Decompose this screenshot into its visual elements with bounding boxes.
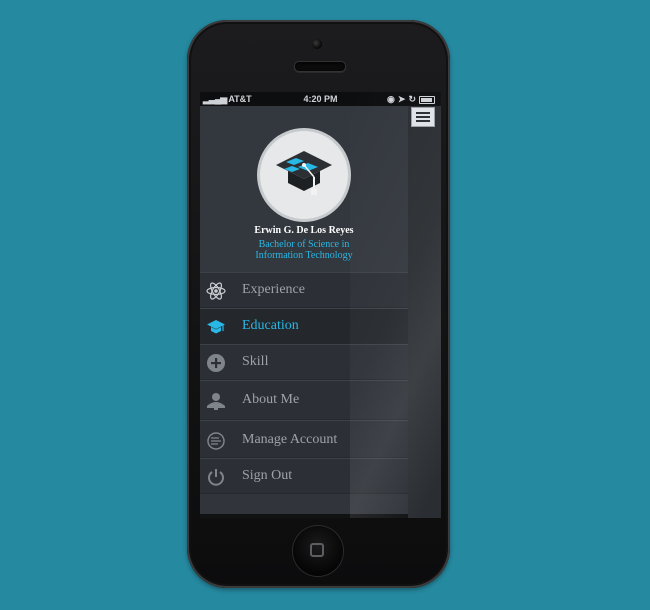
phone-frame: ▂▃▄▅ AT&T 4:20 PM ◉ ➤ ↻ Erwin G. De Los … (187, 20, 450, 588)
user-icon (207, 393, 225, 410)
menu-label-experience: Experience (242, 282, 305, 297)
menu-item-sign-out[interactable]: Sign Out (200, 458, 408, 494)
graduation-cap-icon (276, 151, 332, 195)
menu-icon (416, 112, 430, 114)
earpiece-speaker (294, 61, 346, 72)
menu-label-about-me: About Me (242, 392, 300, 407)
menu-label-sign-out: Sign Out (242, 468, 293, 483)
atom-icon (206, 282, 226, 300)
battery-icon (419, 95, 435, 104)
profile-name: Erwin G. De Los Reyes (254, 225, 354, 236)
alarm-icon: ◉ (387, 94, 395, 104)
power-icon (208, 469, 224, 486)
home-square-icon (310, 543, 324, 557)
plus-circle-icon (207, 354, 225, 372)
degree-line-2: Information Technology (255, 250, 353, 261)
hamburger-menu-button[interactable] (411, 107, 435, 127)
home-button[interactable] (293, 526, 343, 576)
status-icons: ◉ ➤ ↻ (387, 94, 435, 105)
menu-label-manage-account: Manage Account (242, 432, 338, 447)
menu-item-about-me[interactable]: About Me (200, 380, 408, 420)
main-content-peek[interactable] (408, 106, 441, 518)
menu-item-manage-account[interactable]: Manage Account (200, 420, 408, 458)
phone-screen: ▂▃▄▅ AT&T 4:20 PM ◉ ➤ ↻ Erwin G. De Los … (200, 92, 441, 518)
menu-item-education[interactable]: Education (200, 308, 408, 344)
menu-label-skill: Skill (242, 354, 269, 369)
drawer-menu: Experience Education Skill About Me Mana… (200, 272, 408, 494)
status-bar: ▂▃▄▅ AT&T 4:20 PM ◉ ➤ ↻ (200, 92, 441, 106)
avatar[interactable] (260, 131, 348, 219)
profile-header: Erwin G. De Los Reyes Bachelor of Scienc… (200, 106, 408, 272)
graduation-cap-icon (207, 320, 225, 334)
account-settings-icon (207, 432, 225, 450)
front-camera (312, 39, 322, 49)
menu-label-education: Education (242, 318, 299, 333)
location-icon: ➤ (397, 94, 406, 104)
profile-degree: Bachelor of Science in Information Techn… (200, 239, 408, 261)
rotation-lock-icon: ↻ (408, 94, 416, 104)
menu-item-skill[interactable]: Skill (200, 344, 408, 380)
degree-line-1: Bachelor of Science in (258, 239, 350, 250)
menu-item-experience[interactable]: Experience (200, 272, 408, 308)
navigation-drawer: Erwin G. De Los Reyes Bachelor of Scienc… (200, 106, 408, 514)
